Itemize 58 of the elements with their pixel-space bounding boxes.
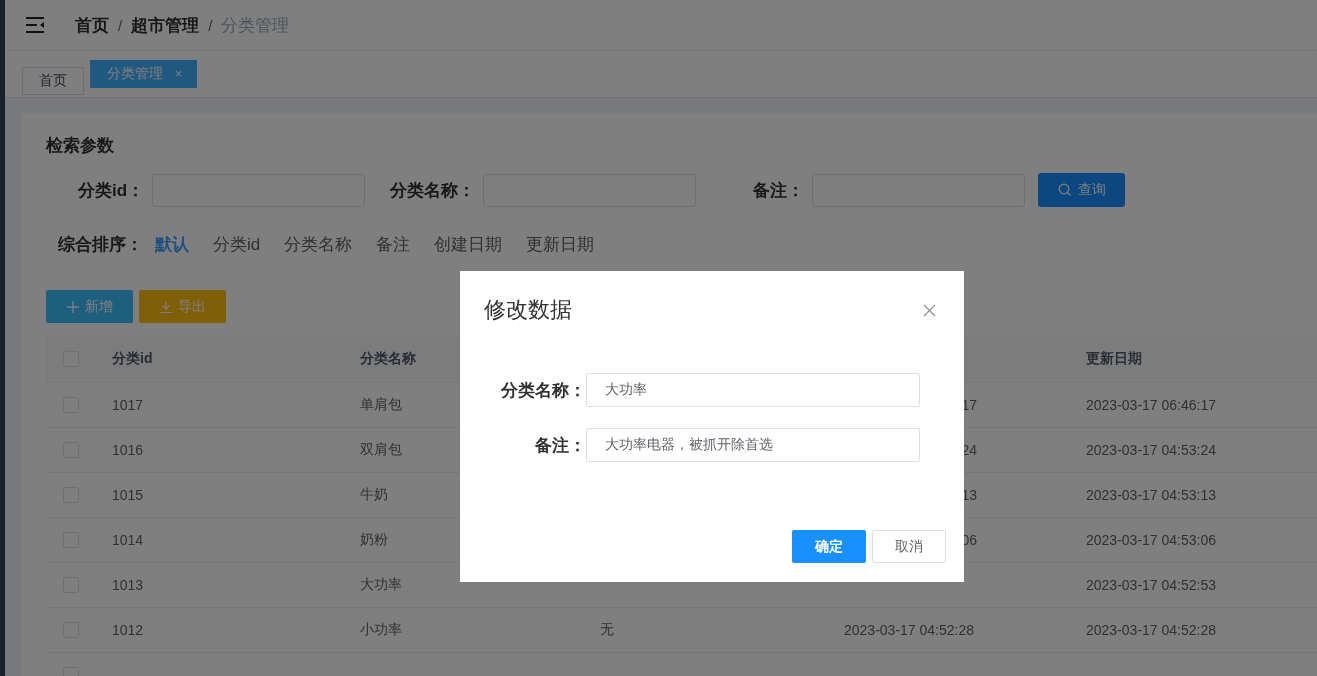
breadcrumb-separator: /: [208, 16, 213, 34]
tab-label: 首页: [39, 72, 67, 90]
table-cell: 2023-03-17 06:46:17: [1086, 397, 1216, 413]
table-cell: 无: [600, 621, 614, 637]
page-tab[interactable]: 首页: [22, 67, 84, 95]
column-header: 分类名称: [360, 350, 416, 366]
table-cell: 2023-03-17 04:53:06: [1086, 532, 1216, 548]
close-icon[interactable]: [923, 303, 936, 317]
sort-option[interactable]: 备注: [376, 233, 411, 256]
table-cell: 2023-03-17 04:52:28: [844, 622, 974, 638]
table-cell: 双肩包: [360, 441, 402, 457]
table-cell: 2023-03-17 04:52:53: [1086, 577, 1216, 593]
sort-option[interactable]: 默认: [155, 233, 189, 256]
breadcrumb-item[interactable]: 超市管理: [131, 13, 200, 37]
table-cell: 2023-03-17 04:53:24: [1086, 442, 1216, 458]
table-cell: 奶粉: [360, 531, 388, 547]
download-icon: [159, 300, 172, 313]
cancel-button[interactable]: 取消: [872, 530, 946, 563]
input-field[interactable]: 大功率电器，被抓开除首选: [586, 428, 920, 462]
tab-label: 分类管理: [107, 65, 163, 83]
field-label: 备注：: [534, 434, 586, 457]
table-cell: 牛奶: [360, 486, 388, 502]
table-cell: 1016: [112, 442, 144, 458]
table-cell: 大功率: [360, 576, 402, 592]
table-cell: 1017: [112, 397, 144, 413]
field-label: 分类id：: [78, 179, 145, 202]
breadcrumb-item[interactable]: 首页: [75, 13, 109, 37]
table-cell: 1012: [112, 622, 144, 638]
dialog-title: 修改数据: [484, 296, 572, 324]
table-cell: 1015: [112, 487, 144, 503]
section-title: 检索参数: [46, 135, 115, 157]
confirm-button[interactable]: 确定: [792, 530, 866, 563]
table-cell: 13: [961, 487, 977, 503]
close-icon[interactable]: ×: [175, 67, 182, 81]
menu-icon[interactable]: [25, 17, 45, 33]
sort-option[interactable]: 更新日期: [526, 233, 595, 256]
column-header: 分类id: [112, 350, 153, 366]
search-button[interactable]: 查询: [1038, 173, 1126, 207]
sort-option[interactable]: 分类名称: [284, 233, 353, 256]
field-label: 分类名称：: [500, 379, 586, 402]
table-cell: 小功率: [360, 621, 402, 637]
table-cell: 1013: [112, 577, 144, 593]
search-icon: [1057, 183, 1072, 197]
column-header: 更新日期: [1086, 350, 1142, 366]
breadcrumb-separator: /: [118, 16, 123, 34]
sort-option[interactable]: 创建日期: [434, 233, 503, 256]
input-field[interactable]: 大功率: [586, 373, 920, 407]
page-tab[interactable]: 分类管理 ×: [90, 60, 197, 88]
table-cell: 2023-03-17 04:53:13: [1086, 487, 1216, 503]
table-cell: 1014: [112, 532, 144, 548]
plus-icon: [66, 300, 79, 313]
field-label: 分类名称：: [390, 179, 476, 202]
sort-label: 综合排序：: [58, 234, 143, 256]
add-button[interactable]: 新增: [46, 290, 133, 323]
field-label: 备注：: [753, 179, 805, 202]
sort-option[interactable]: 分类id: [213, 233, 261, 256]
table-cell: 2023-03-17 04:52:28: [1086, 622, 1216, 638]
table-cell: 单肩包: [360, 396, 402, 412]
